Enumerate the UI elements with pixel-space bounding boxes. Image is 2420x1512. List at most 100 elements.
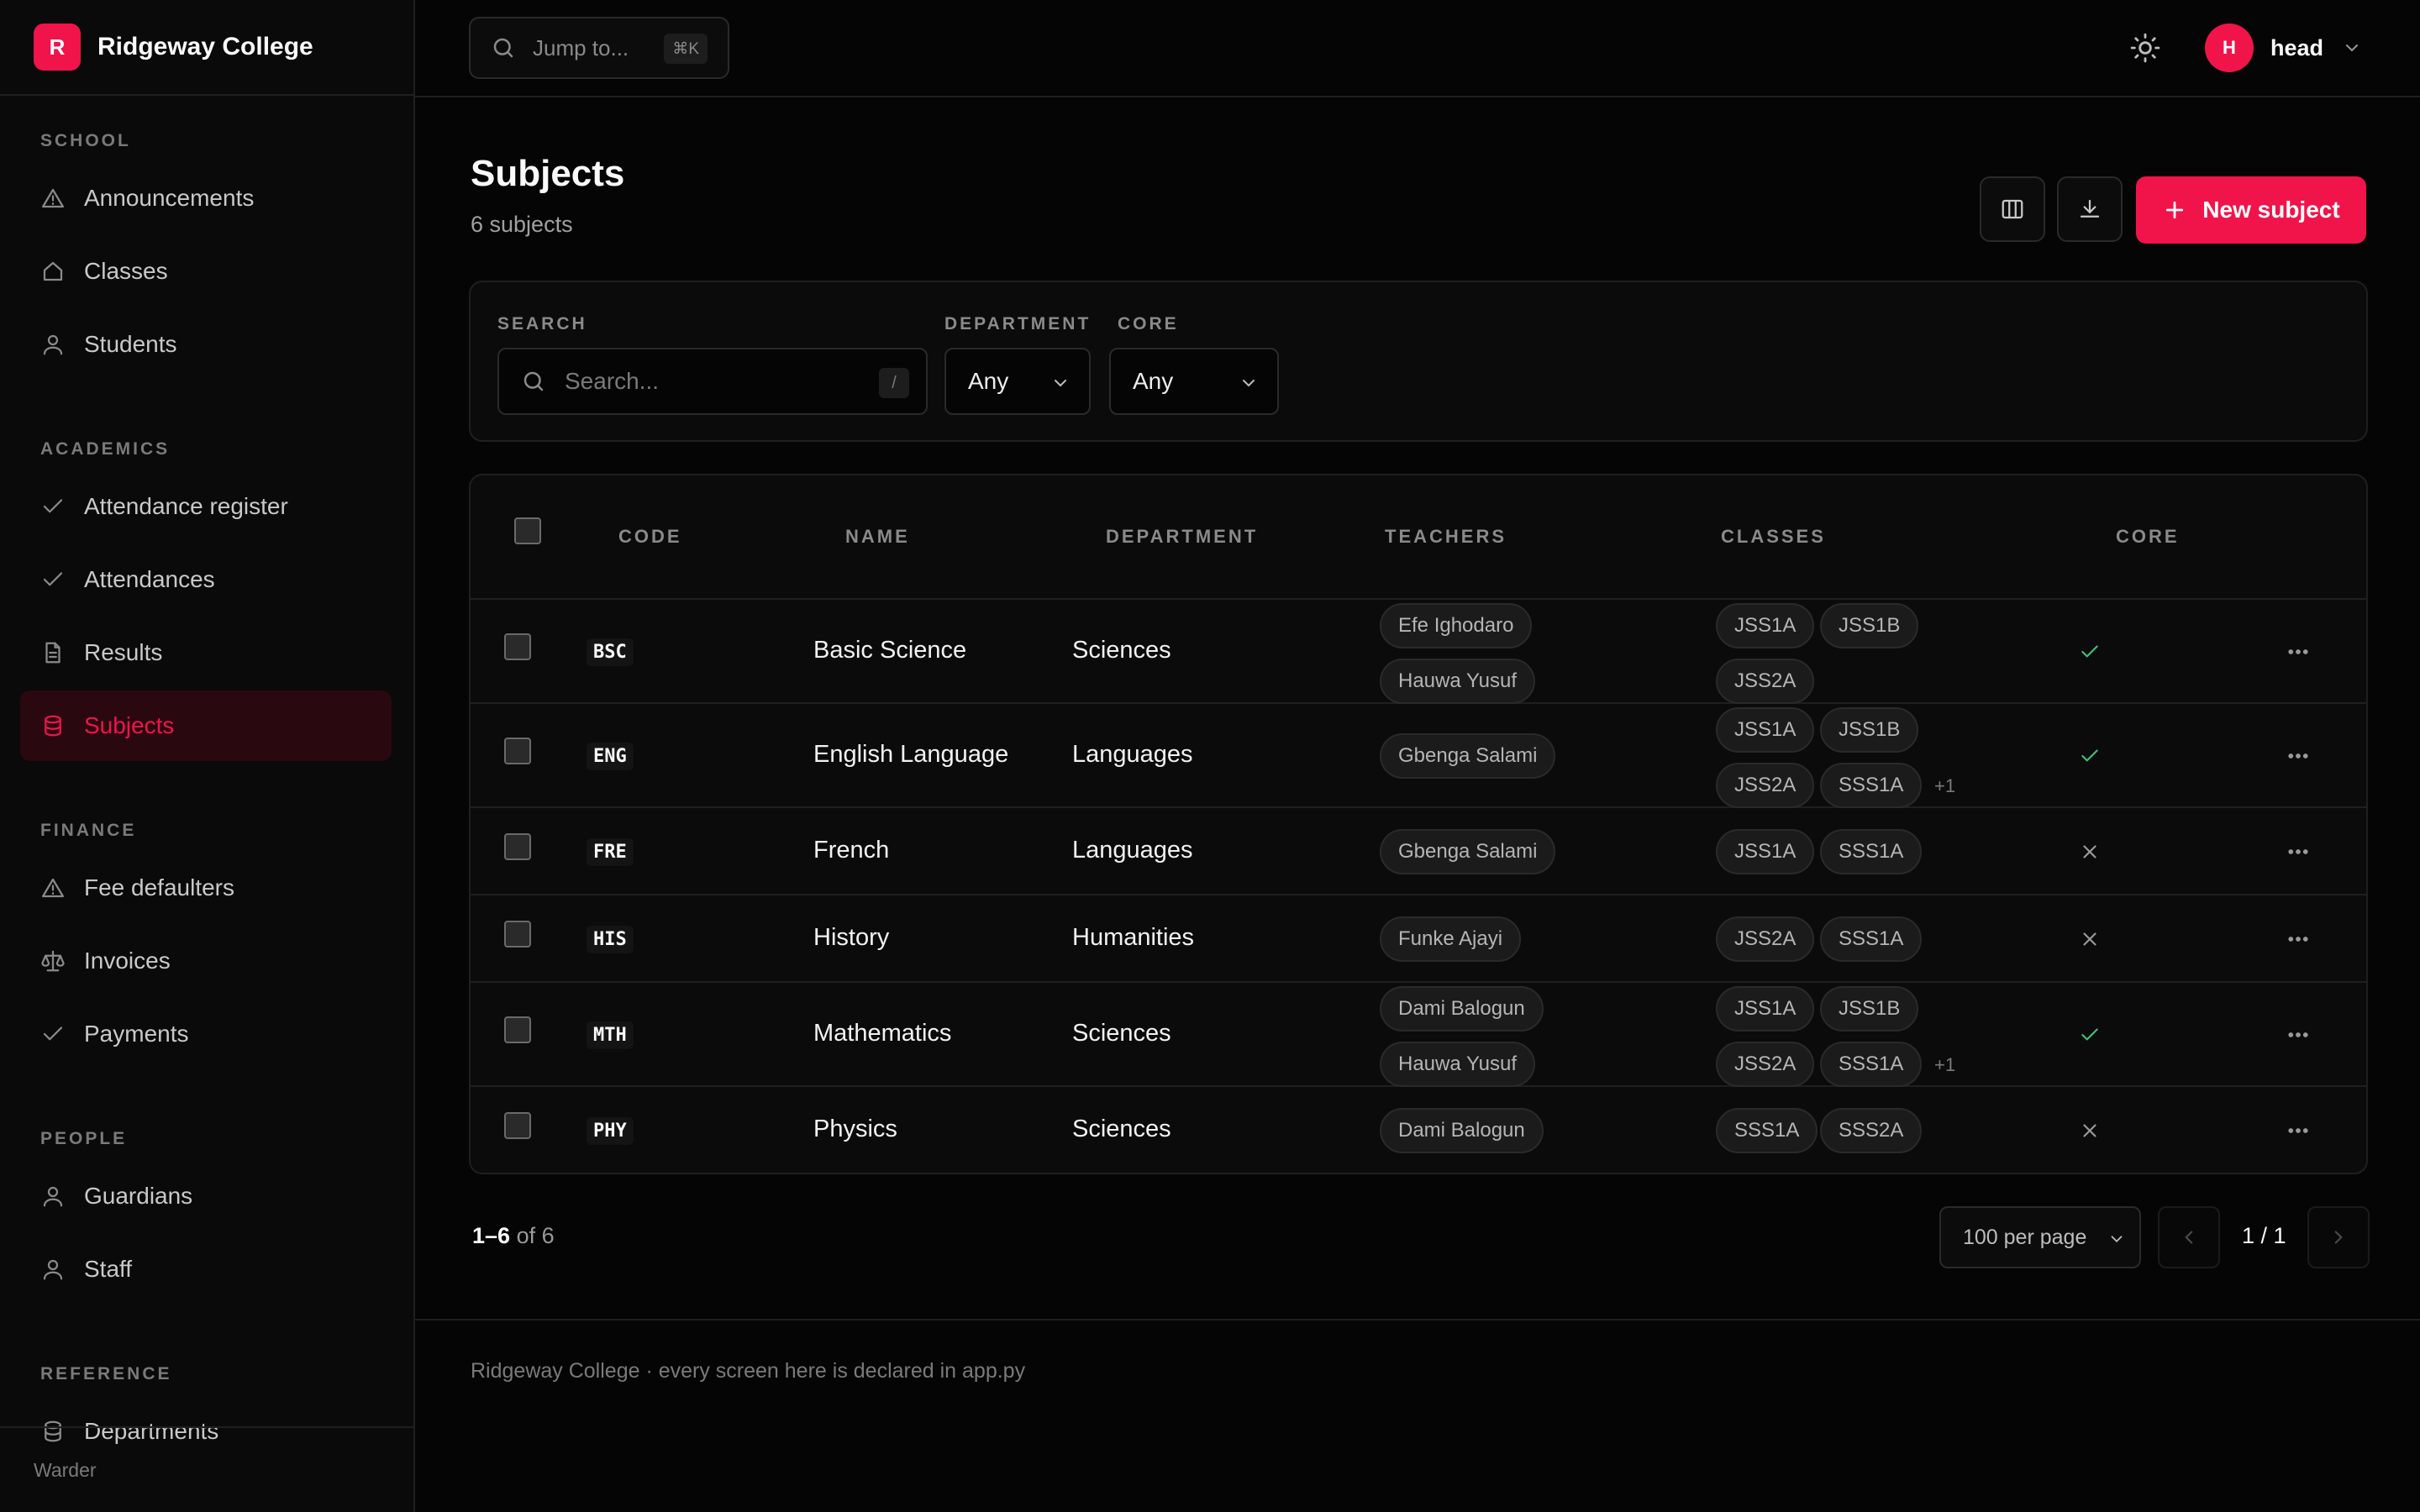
avatar: H [2205,24,2254,72]
core-yes-check-icon [2079,745,2101,767]
jump-shortcut: ⌘K [664,34,708,64]
table-row[interactable]: ENG English Language Languages Gbenga Salam… [471,704,2366,808]
per-page-select[interactable]: 100 per page [1939,1206,2141,1268]
scale-icon [40,948,66,974]
class-tag: SSS1A [1716,1108,1818,1153]
nav-gap [0,1072,413,1104]
sidebar-item-label: Payments [84,1021,189,1047]
department-select[interactable]: Any [944,348,1091,415]
class-tag: JSS1B [1820,603,1919,648]
subject-name[interactable]: Basic Science [813,637,966,664]
sidebar-item-guardians[interactable]: Guardians [20,1161,392,1231]
row-checkbox[interactable] [504,738,531,764]
table-row[interactable]: HIS History Humanities Funke Ajayi JSS2A SSS1… [471,895,2366,983]
nav-section-school: SCHOOL [40,131,131,150]
row-actions-more-icon[interactable] [2286,1022,2311,1047]
row-actions-more-icon[interactable] [2286,1118,2311,1143]
previous-page-button[interactable] [2158,1206,2220,1268]
table-row[interactable]: BSC Basic Science Sciences Efe Ighodaro Hauw… [471,600,2366,704]
more-classes-count[interactable]: +1 [1934,1054,1955,1076]
row-checkbox[interactable] [504,921,531,948]
row-checkbox[interactable] [504,1016,531,1043]
teacher-tag: Funke Ajayi [1380,916,1522,962]
check-icon [40,567,66,592]
row-checkbox[interactable] [504,833,531,860]
subject-department: Humanities [1072,924,1195,951]
sidebar-item-invoices[interactable]: Invoices [20,926,392,996]
nav-section-academics: ACADEMICS [40,439,171,459]
table-row[interactable]: MTH Mathematics Sciences Dami Balogun Hauwa … [471,983,2366,1087]
row-actions-more-icon[interactable] [2286,927,2311,952]
page-title: Subjects [471,153,625,194]
chevron-down-icon [2107,1230,2126,1248]
pagination-summary: 1–6 of 6 [472,1223,555,1249]
main-content: Subjects 6 subjects New subject SEARCH D… [415,97,2420,1512]
next-page-button[interactable] [2307,1206,2370,1268]
alert-triangle-icon [40,186,66,211]
sidebar-item-classes[interactable]: Classes [20,236,392,307]
columns-icon [2000,197,2025,222]
subject-name[interactable]: Physics [813,1116,897,1143]
search-icon [491,35,516,60]
download-button[interactable] [2057,176,2123,242]
new-subject-button[interactable]: New subject [2136,176,2366,244]
class-tag: JSS1B [1820,707,1919,753]
footer-divider [415,1319,2420,1320]
sidebar-item-students[interactable]: Students [20,309,392,380]
theme-toggle-sun-icon[interactable] [2129,32,2161,64]
column-header-classes[interactable]: CLASSES [1721,526,1826,548]
check-icon [40,1021,66,1047]
sidebar-item-results[interactable]: Results [20,617,392,688]
sidebar-item-fee-defaulters[interactable]: Fee defaulters [20,853,392,923]
row-checkbox[interactable] [504,633,531,660]
subject-name[interactable]: Mathematics [813,1020,951,1047]
jump-to-search[interactable]: Jump to... ⌘K [469,17,729,79]
class-tag: JSS1B [1820,986,1919,1032]
class-tag: JSS2A [1716,763,1815,808]
row-actions-more-icon[interactable] [2286,639,2311,664]
sidebar-item-label: Classes [84,258,168,284]
subject-code: PHY [587,1117,634,1145]
subject-name[interactable]: French [813,837,889,864]
column-header-department[interactable]: DEPARTMENT [1106,526,1258,548]
nav-gap [0,764,413,795]
subject-department: Sciences [1072,1116,1171,1142]
subjects-table: CODE NAME DEPARTMENT TEACHERS CLASSES CO… [469,474,2368,1174]
class-tag: JSS1A [1716,603,1815,648]
subject-code: FRE [587,838,634,866]
sidebar-item-label: Attendances [84,566,215,592]
subject-code: HIS [587,926,634,953]
search-input[interactable]: Search... / [497,348,928,415]
row-actions-more-icon[interactable] [2286,839,2311,864]
sidebar-item-announcements[interactable]: Announcements [20,163,392,234]
column-header-code[interactable]: CODE [618,526,682,548]
user-menu[interactable]: H head [2205,24,2362,72]
column-header-name[interactable]: NAME [845,526,910,548]
columns-button[interactable] [1980,176,2045,242]
column-header-core[interactable]: CORE [2116,526,2180,548]
sidebar-item-label: Subjects [84,712,175,738]
teacher-tag: Hauwa Yusuf [1380,1042,1535,1087]
more-classes-count[interactable]: +1 [1934,775,1955,797]
core-select[interactable]: Any [1109,348,1279,415]
sidebar-item-staff[interactable]: Staff [20,1234,392,1305]
brand[interactable]: R Ridgeway College [0,0,413,96]
row-checkbox[interactable] [504,1112,531,1139]
chevron-down-icon [2342,38,2362,58]
table-row[interactable]: PHY Physics Sciences Dami Balogun SSS1A SSS2A [471,1087,2366,1173]
sidebar-item-subjects[interactable]: Subjects [20,690,392,761]
filter-panel: SEARCH DEPARTMENT CORE Search... / Any A… [469,281,2368,442]
per-page-value: 100 per page [1963,1225,2087,1249]
sidebar-item-attendances[interactable]: Attendances [20,544,392,615]
table-row[interactable]: FRE French Languages Gbenga Salami JSS1A SSS1… [471,808,2366,895]
subject-name[interactable]: History [813,924,889,952]
row-actions-more-icon[interactable] [2286,743,2311,769]
column-header-teachers[interactable]: TEACHERS [1385,526,1507,548]
subject-name[interactable]: English Language [813,741,1008,769]
teacher-tag: Gbenga Salami [1380,829,1556,874]
class-tag: SSS1A [1820,829,1923,874]
user-name: head [2270,34,2324,60]
select-all-checkbox[interactable] [514,517,541,544]
sidebar-item-payments[interactable]: Payments [20,999,392,1069]
sidebar-item-attendance-register[interactable]: Attendance register [20,471,392,542]
